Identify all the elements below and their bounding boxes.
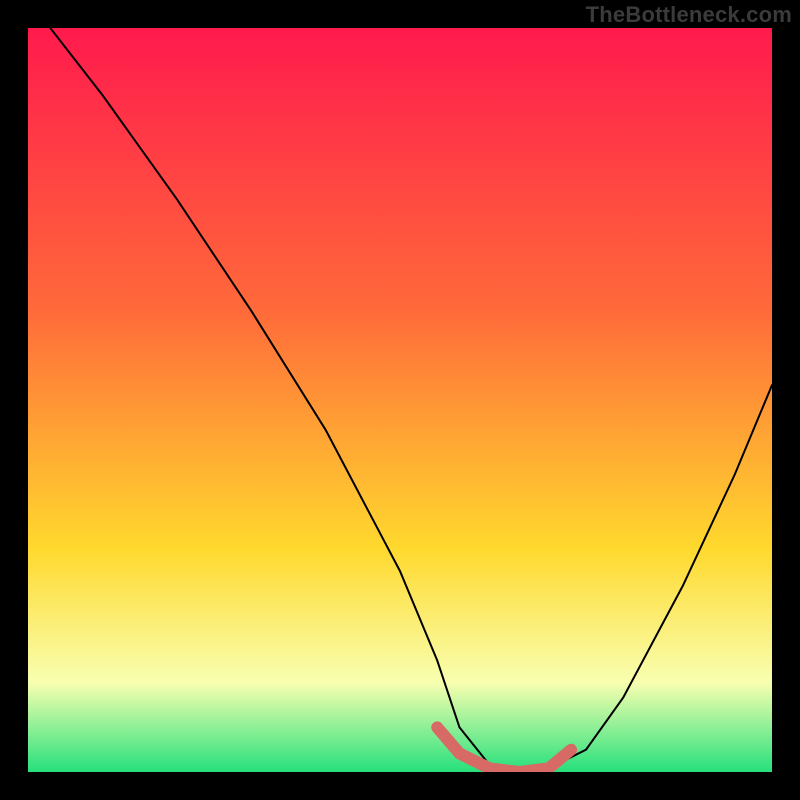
optimal-range-highlight xyxy=(437,727,571,772)
gradient-plot-area xyxy=(28,28,772,772)
watermark-text: TheBottleneck.com xyxy=(586,2,792,28)
chart-overlay xyxy=(28,28,772,772)
outer-frame: TheBottleneck.com xyxy=(0,0,800,800)
bottleneck-curve xyxy=(50,28,772,772)
